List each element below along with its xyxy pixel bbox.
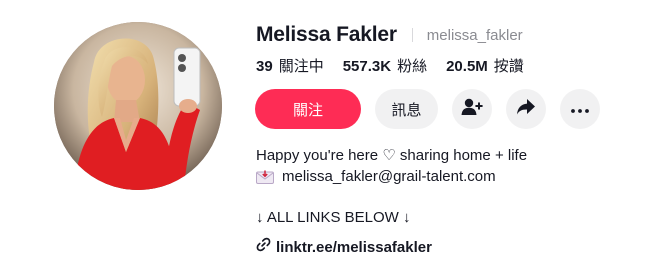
stat-likes: 20.5M 按讚: [446, 55, 524, 76]
message-button[interactable]: 訊息: [375, 89, 438, 129]
display-name: Melissa Fakler: [256, 23, 397, 46]
profile-bio: Happy you're here ♡ sharing home + life …: [256, 146, 527, 229]
person-add-icon: [461, 98, 483, 121]
bio-email: melissa_fakler@grail-talent.com: [282, 167, 496, 185]
share-button[interactable]: [506, 89, 546, 129]
profile-link[interactable]: linktr.ee/melissafakler: [256, 237, 432, 257]
stat-label: 按讚: [493, 57, 524, 75]
stat-value: 557.3K: [342, 58, 392, 75]
profile-actions: 關注 訊息: [255, 89, 614, 129]
bio-line: Happy you're here ♡ sharing home + life: [256, 147, 528, 164]
profile-stats: 39 關注中 557.3K 粉絲 20.5M 按讚: [256, 55, 543, 77]
avatar-photo: [54, 22, 222, 190]
add-friend-button[interactable]: [452, 89, 492, 129]
follow-button[interactable]: 關注: [255, 89, 361, 129]
stat-label: 粉絲: [397, 57, 428, 75]
stat-value: 39: [256, 58, 273, 75]
bio-line: ↓ ALL LINKS BELOW ↓: [256, 209, 411, 226]
profile-header: Melissa Fakler melissa_fakler: [256, 20, 523, 50]
bio-email-line: melissa_fakler@grail-talent.com: [256, 167, 527, 188]
username: melissa_fakler: [426, 26, 523, 44]
more-dots-icon: [571, 100, 589, 118]
link-icon: [256, 237, 271, 257]
divider: [411, 28, 413, 42]
stat-following[interactable]: 39 關注中: [256, 55, 324, 76]
stat-label: 關注中: [278, 57, 324, 75]
more-button[interactable]: [560, 89, 600, 129]
stat-followers[interactable]: 557.3K 粉絲: [343, 55, 427, 76]
share-arrow-icon: [516, 98, 536, 121]
profile-link-text[interactable]: linktr.ee/melissafakler: [276, 239, 432, 256]
stat-value: 20.5M: [446, 58, 488, 75]
envelope-icon: [256, 170, 274, 184]
avatar[interactable]: [54, 22, 222, 190]
